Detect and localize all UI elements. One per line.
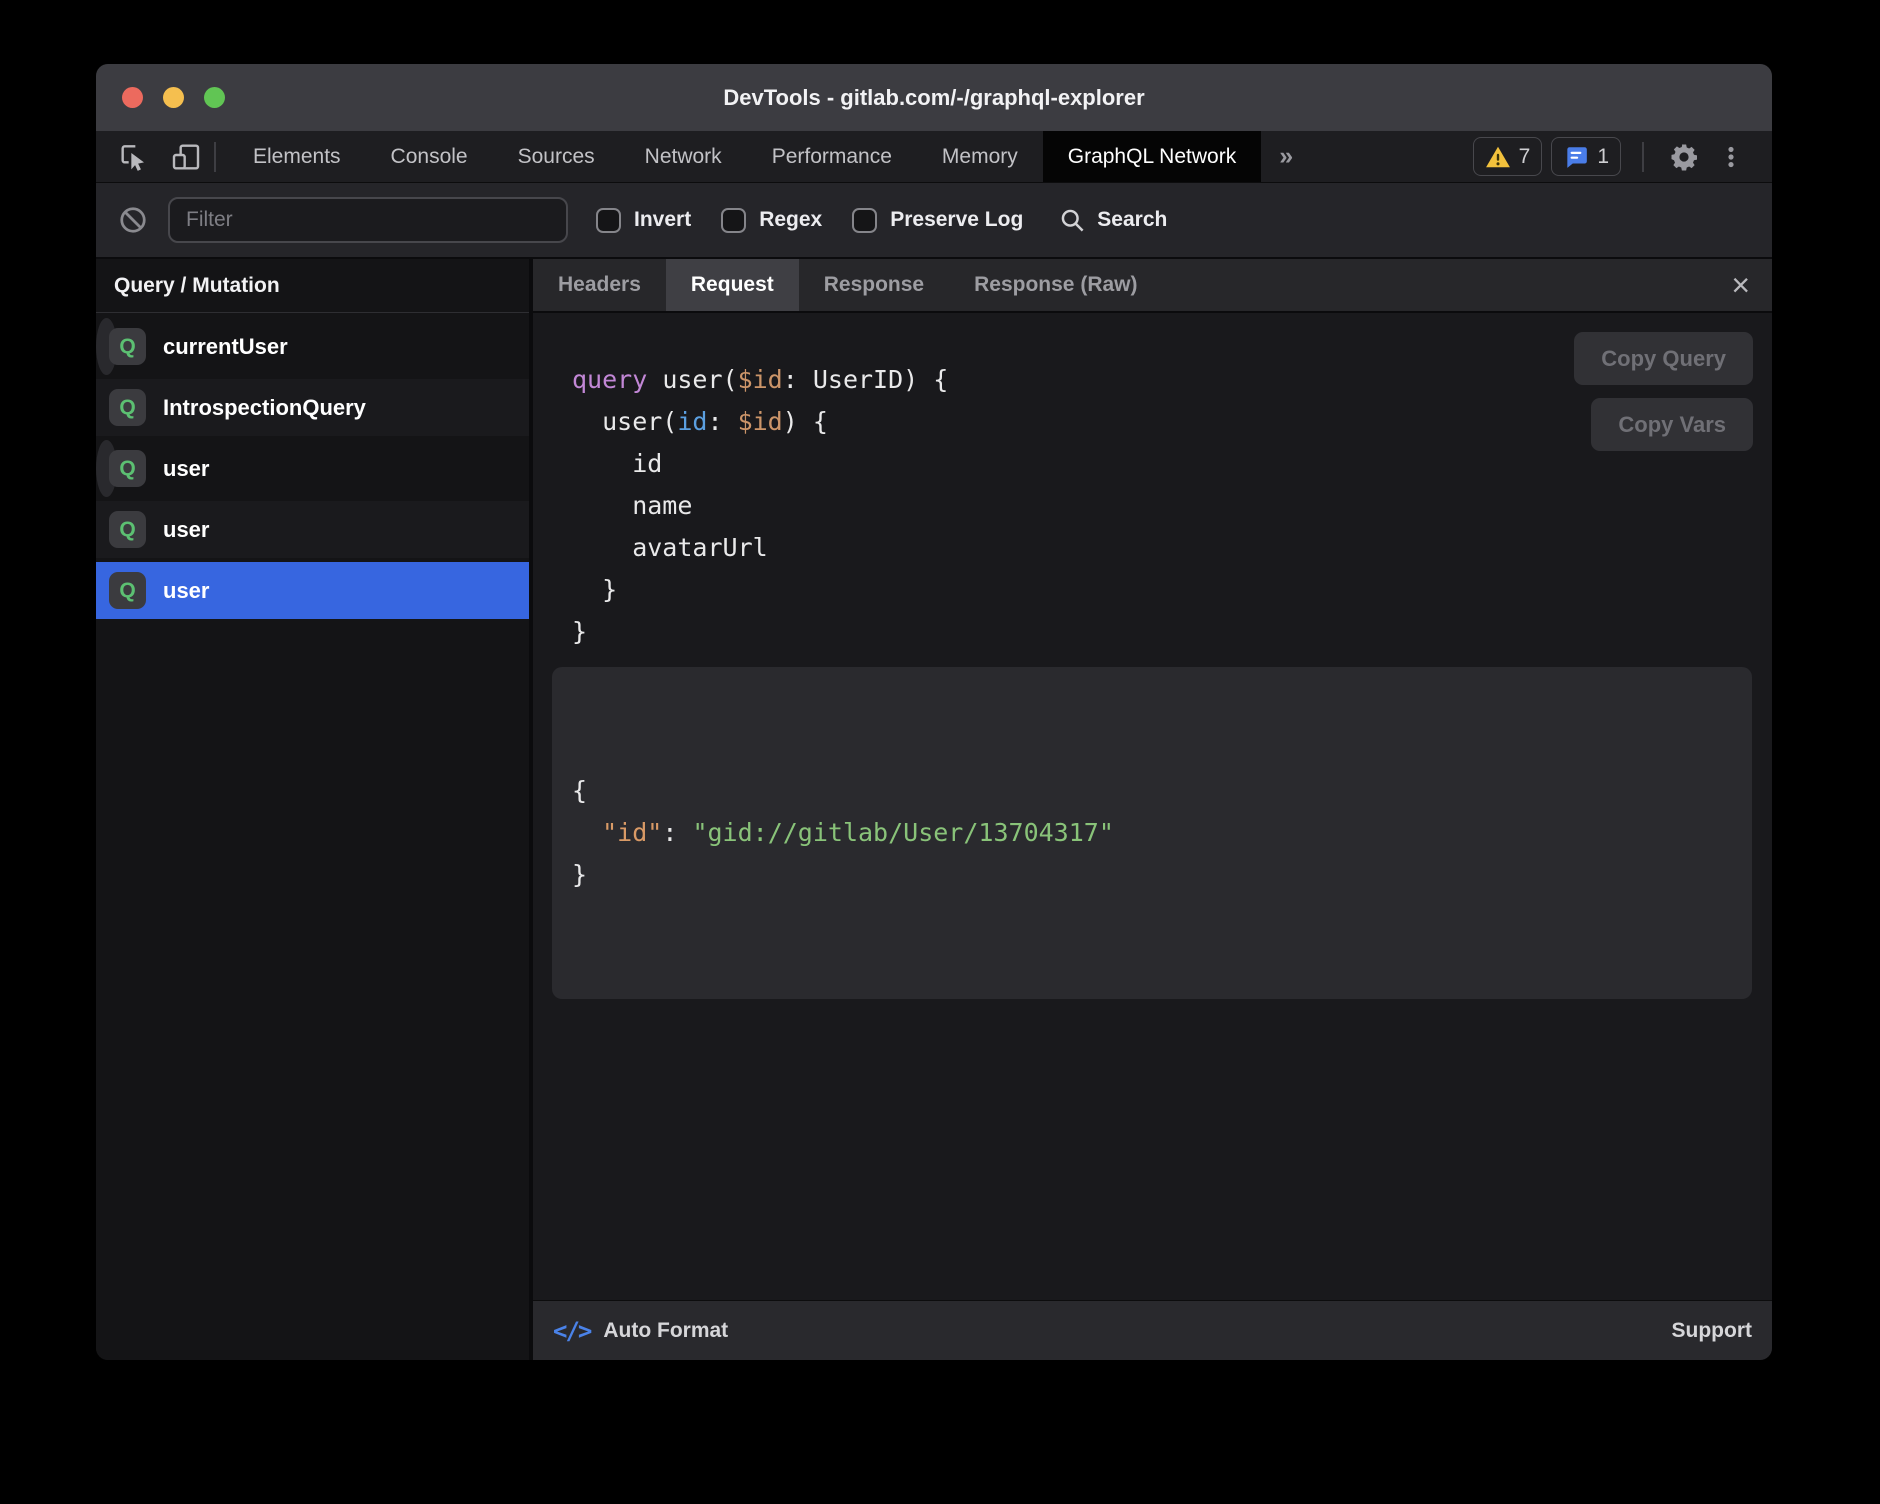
issues-badge[interactable]: 1 (1551, 137, 1621, 176)
devtools-tab-graphql-network[interactable]: GraphQL Network (1043, 131, 1261, 182)
copy-vars-button[interactable]: Copy Vars (1591, 398, 1753, 451)
checkbox-label: Preserve Log (890, 208, 1023, 232)
detail-tab-list: HeadersRequestResponseResponse (Raw) (533, 259, 1163, 311)
query-item-label: user (163, 517, 209, 543)
query-list-header: Query / Mutation (96, 259, 529, 313)
warning-icon (1485, 144, 1511, 170)
checkbox-preserve-log[interactable]: Preserve Log (852, 208, 1023, 233)
detail-panel: HeadersRequestResponseResponse (Raw) × q… (533, 259, 1772, 1360)
code-line: { (572, 770, 1752, 812)
checkbox-box (721, 208, 746, 233)
more-options-button[interactable] (1712, 137, 1750, 176)
devtools-window: DevTools - gitlab.com/-/graphql-explorer… (96, 64, 1772, 1360)
request-variables-code: { "id": "gid://gitlab/User/13704317"} (572, 770, 1752, 896)
copy-query-button[interactable]: Copy Query (1574, 332, 1753, 385)
filter-checkbox-group: Invert Regex Preserve Log (596, 208, 1053, 233)
devtools-tab-network[interactable]: Network (620, 131, 747, 182)
devtools-tab-elements[interactable]: Elements (228, 131, 366, 182)
traffic-lights (122, 64, 225, 131)
checkbox-label: Regex (759, 208, 822, 232)
status-badges: 7 1 (1473, 131, 1772, 182)
toolbar-icons (96, 131, 202, 182)
clear-button[interactable] (118, 205, 148, 235)
close-window-button[interactable] (122, 87, 143, 108)
title-bar: DevTools - gitlab.com/-/graphql-explorer (96, 64, 1772, 131)
query-item-label: user (163, 456, 209, 482)
checkbox-box (852, 208, 877, 233)
warnings-count: 7 (1519, 145, 1531, 169)
badge-separator (1642, 142, 1644, 172)
zoom-window-button[interactable] (204, 87, 225, 108)
query-list-item-user-4[interactable]: Q user (96, 562, 529, 619)
main-area: Query / Mutation Q currentUser Q Introsp… (96, 259, 1772, 1360)
code-line: name (572, 485, 1772, 527)
filter-input[interactable] (168, 197, 568, 243)
devtools-tab-list: ElementsConsoleSourcesNetworkPerformance… (228, 131, 1261, 182)
more-tabs-button[interactable]: » (1261, 131, 1311, 182)
detail-tab-response[interactable]: Response (799, 259, 949, 311)
auto-format-button[interactable]: Auto Format (603, 1319, 728, 1343)
detail-tab-strip: HeadersRequestResponseResponse (Raw) × (533, 259, 1772, 313)
query-list-item-user-3[interactable]: Q user (96, 501, 529, 558)
support-link[interactable]: Support (1672, 1319, 1752, 1343)
request-variables-box: { "id": "gid://gitlab/User/13704317"} (552, 667, 1752, 999)
minimize-window-button[interactable] (163, 87, 184, 108)
issues-count: 1 (1597, 145, 1609, 169)
code-line: } (572, 569, 1772, 611)
devtools-tab-memory[interactable]: Memory (917, 131, 1043, 182)
query-type-badge: Q (109, 450, 146, 487)
detail-tab-headers[interactable]: Headers (533, 259, 666, 311)
query-type-badge: Q (109, 389, 146, 426)
checkbox-regex[interactable]: Regex (721, 208, 822, 233)
devtools-tab-console[interactable]: Console (366, 131, 493, 182)
copy-buttons: Copy Query Copy Vars (1574, 332, 1753, 451)
code-line: "id": "gid://gitlab/User/13704317" (572, 812, 1752, 854)
devtools-tab-sources[interactable]: Sources (493, 131, 620, 182)
device-toolbar-icon[interactable] (170, 141, 202, 173)
tab-bar-spacer (1311, 131, 1473, 182)
query-list-item-introspectionquery-1[interactable]: Q IntrospectionQuery (96, 379, 529, 436)
panel-footer: </> Auto Format Support (533, 1300, 1772, 1360)
code-line: } (572, 854, 1752, 896)
checkbox-invert[interactable]: Invert (596, 208, 691, 233)
toolbar-separator (214, 142, 216, 172)
query-list-panel: Query / Mutation Q currentUser Q Introsp… (96, 259, 533, 1360)
issues-icon (1563, 144, 1589, 170)
window-title: DevTools - gitlab.com/-/graphql-explorer (723, 85, 1144, 111)
search-label: Search (1097, 208, 1167, 232)
inspect-element-icon[interactable] (118, 141, 150, 173)
devtools-tab-bar: ElementsConsoleSourcesNetworkPerformance… (96, 131, 1772, 183)
warnings-badge[interactable]: 7 (1473, 137, 1543, 176)
query-list: Q currentUser Q IntrospectionQuery Q use… (96, 313, 529, 619)
query-list-item-currentuser-0[interactable]: Q currentUser (96, 318, 117, 375)
checkbox-box (596, 208, 621, 233)
close-detail-icon[interactable]: × (1725, 269, 1756, 301)
devtools-tab-performance[interactable]: Performance (747, 131, 917, 182)
code-brackets-icon: </> (553, 1317, 590, 1345)
settings-button[interactable] (1665, 137, 1703, 176)
code-line: } (572, 611, 1772, 653)
query-list-item-user-2[interactable]: Q user (96, 440, 117, 497)
code-line: avatarUrl (572, 527, 1772, 569)
query-type-badge: Q (109, 328, 146, 365)
search-control[interactable]: Search (1059, 207, 1167, 234)
detail-tab-request[interactable]: Request (666, 259, 799, 311)
query-item-label: IntrospectionQuery (163, 395, 366, 421)
query-type-badge: Q (109, 572, 146, 609)
kebab-menu-icon (1718, 142, 1744, 172)
query-item-label: currentUser (163, 334, 288, 360)
query-item-label: user (163, 578, 209, 604)
search-icon (1059, 207, 1086, 234)
query-type-badge: Q (109, 511, 146, 548)
checkbox-label: Invert (634, 208, 691, 232)
filter-bar: Invert Regex Preserve Log Search (96, 183, 1772, 259)
detail-tab-response-raw[interactable]: Response (Raw) (949, 259, 1162, 311)
gear-icon (1669, 142, 1699, 172)
block-icon (118, 205, 148, 235)
request-content: query user($id: UserID) { user(id: $id) … (533, 313, 1772, 1300)
